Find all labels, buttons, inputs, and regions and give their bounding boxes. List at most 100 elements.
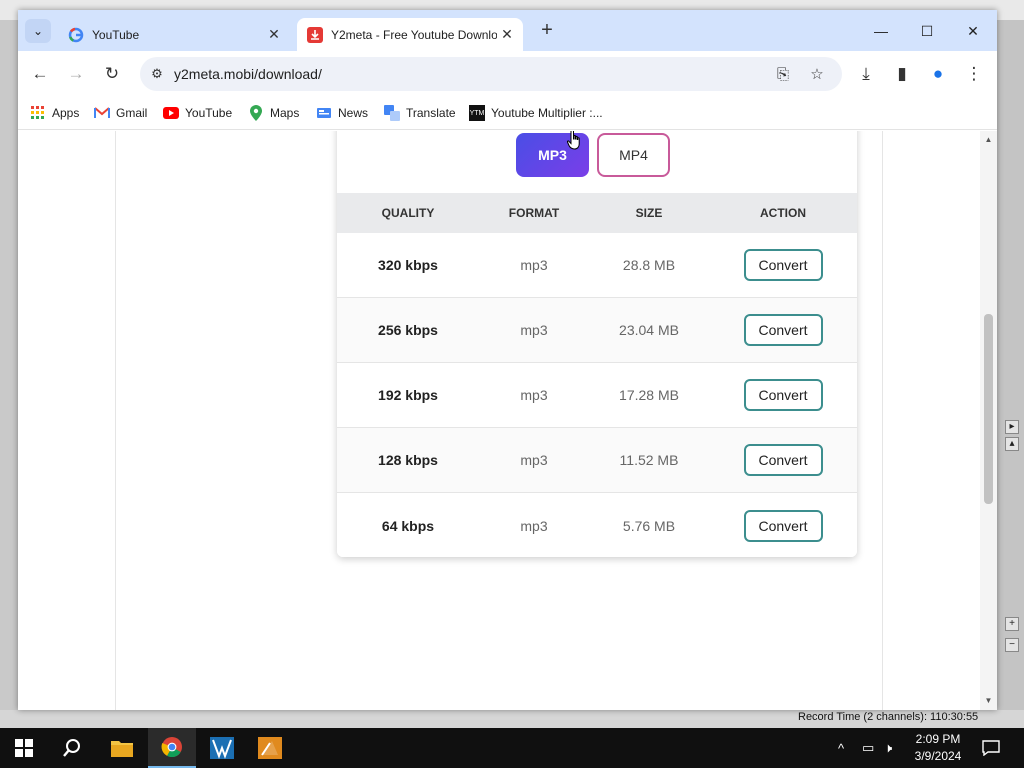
- table-row: 256 kbps mp3 23.04 MB Convert: [337, 298, 857, 363]
- bookmark-youtube-multiplier[interactable]: YTM Youtube Multiplier :...: [469, 103, 603, 123]
- marker-icon[interactable]: ▸: [1005, 420, 1019, 434]
- windows-taskbar: ^ ▭ 🕨 2:09 PM 3/9/2024: [0, 728, 1024, 768]
- page-scrollbar[interactable]: ▲ ▼: [980, 131, 997, 710]
- address-bar[interactable]: ⚙ y2meta.mobi/download/ ⎘ ☆: [140, 57, 842, 91]
- header-quality: QUALITY: [381, 206, 435, 220]
- bookmark-label: YouTube: [185, 106, 233, 120]
- side-panel-icon[interactable]: ▮: [888, 61, 916, 87]
- bookmark-label: Gmail: [116, 106, 148, 120]
- background-app-left-panel: [0, 20, 18, 728]
- zoom-out-icon[interactable]: −: [1005, 638, 1019, 652]
- bookmark-translate[interactable]: Translate: [384, 103, 456, 123]
- header-action: ACTION: [760, 206, 806, 220]
- bookmark-label: Apps: [52, 106, 80, 120]
- tab-youtube[interactable]: YouTube ✕: [58, 18, 290, 51]
- header-size: SIZE: [635, 206, 663, 220]
- site-info-tune-icon[interactable]: ⚙: [148, 65, 166, 83]
- tab-title: YouTube: [92, 27, 140, 42]
- google-g-icon: [68, 27, 84, 42]
- news-icon: [316, 105, 332, 121]
- bookmark-apps[interactable]: Apps: [30, 103, 79, 123]
- table-row: 128 kbps mp3 11.52 MB Convert: [337, 428, 857, 493]
- table-header: QUALITY FORMAT SIZE ACTION: [337, 193, 857, 233]
- tab-strip: ⌄ YouTube ✕ Y2meta - Free Youtube Downlo…: [18, 10, 997, 51]
- hand-cursor-icon: [567, 131, 580, 150]
- close-tab-icon[interactable]: ✕: [497, 25, 517, 45]
- maximize-icon[interactable]: ☐: [904, 18, 950, 44]
- back-arrow-icon[interactable]: ←: [26, 61, 54, 87]
- scroll-down-arrow-icon[interactable]: ▼: [980, 694, 997, 708]
- apps-grid-icon: [30, 105, 46, 121]
- bookmark-youtube[interactable]: YouTube: [163, 103, 232, 123]
- maps-icon: [248, 105, 264, 121]
- tab-y2meta[interactable]: Y2meta - Free Youtube Downlo ✕: [297, 18, 523, 51]
- bookmark-gmail[interactable]: Gmail: [94, 103, 147, 123]
- tab-search-dropdown-icon[interactable]: ⌄: [25, 19, 51, 43]
- quality-cell: 128 kbps: [378, 452, 438, 468]
- convert-button[interactable]: Convert: [743, 444, 823, 476]
- quality-cell: 256 kbps: [378, 322, 438, 338]
- table-row: 320 kbps mp3 28.8 MB Convert: [337, 233, 857, 298]
- convert-button[interactable]: Convert: [743, 314, 823, 346]
- y2meta-download-icon: [307, 26, 323, 43]
- close-tab-icon[interactable]: ✕: [264, 25, 284, 45]
- scrollbar-thumb[interactable]: [984, 314, 993, 504]
- downloads-icon[interactable]: ⤓: [852, 61, 880, 87]
- url-text[interactable]: y2meta.mobi/download/: [174, 66, 322, 82]
- clock-date: 3/9/2024: [914, 749, 962, 763]
- convert-button[interactable]: Convert: [743, 509, 823, 542]
- format-cell: mp3: [520, 452, 548, 468]
- size-cell: 23.04 MB: [619, 322, 679, 338]
- youtube-icon: [163, 105, 179, 121]
- clock-time: 2:09 PM: [915, 732, 961, 746]
- notifications-icon[interactable]: [982, 728, 1000, 768]
- menu-kebab-icon[interactable]: ⋮: [960, 61, 988, 87]
- size-cell: 11.52 MB: [619, 452, 679, 468]
- size-cell: 28.8 MB: [622, 257, 676, 273]
- gmail-icon: [94, 105, 110, 121]
- browser-window: ⌄ YouTube ✕ Y2meta - Free Youtube Downlo…: [18, 10, 997, 710]
- size-cell: 17.28 MB: [619, 387, 679, 403]
- tab-title: Y2meta - Free Youtube Downlo: [331, 27, 497, 42]
- bookmark-label: Maps: [270, 106, 300, 120]
- media-app-icon[interactable]: [246, 728, 294, 768]
- new-tab-plus-icon[interactable]: +: [536, 20, 558, 42]
- show-hidden-icons-chevron-icon[interactable]: ^: [838, 728, 844, 768]
- profile-avatar-icon[interactable]: ●: [924, 61, 952, 87]
- table-row: 64 kbps mp3 5.76 MB Convert: [337, 493, 857, 557]
- format-cell: mp3: [520, 257, 548, 273]
- format-cell: mp3: [520, 517, 548, 534]
- quality-cell: 64 kbps: [381, 517, 435, 534]
- file-explorer-icon[interactable]: [98, 728, 146, 768]
- page-content-column: MP3 MP4 QUALITY FORMAT SIZE ACTION 320 k…: [115, 131, 883, 710]
- bookmark-maps[interactable]: Maps: [248, 103, 299, 123]
- mp4-tab-button[interactable]: MP4: [597, 133, 670, 177]
- network-icon[interactable]: ▭: [862, 728, 874, 768]
- reload-icon[interactable]: ↻: [98, 61, 126, 87]
- header-format: FORMAT: [508, 206, 560, 220]
- bookmark-label: News: [338, 106, 369, 120]
- scroll-up-icon[interactable]: ▴: [1005, 437, 1019, 451]
- format-cell: mp3: [520, 387, 548, 403]
- windows-start-icon[interactable]: [0, 728, 48, 768]
- search-icon[interactable]: [48, 728, 96, 768]
- scroll-up-arrow-icon[interactable]: ▲: [980, 133, 997, 147]
- bookmark-news[interactable]: News: [316, 103, 368, 123]
- translate-icon: [384, 105, 400, 121]
- bookmark-star-icon[interactable]: ☆: [806, 64, 828, 84]
- vegas-pro-icon[interactable]: [198, 728, 246, 768]
- zoom-in-icon[interactable]: +: [1005, 617, 1019, 631]
- forward-arrow-icon[interactable]: →: [62, 61, 90, 87]
- quality-cell: 192 kbps: [378, 387, 438, 403]
- browser-toolbar: ← → ↻ ⚙ y2meta.mobi/download/ ⎘ ☆ ⤓ ▮ ● …: [18, 51, 997, 97]
- close-window-icon[interactable]: ✕: [950, 18, 996, 44]
- chrome-taskbar-icon[interactable]: [148, 728, 196, 768]
- bookmark-label: Youtube Multiplier :...: [491, 106, 603, 120]
- minimize-icon[interactable]: —: [858, 18, 904, 44]
- install-app-icon[interactable]: ⎘: [772, 64, 794, 84]
- volume-muted-icon[interactable]: 🕨: [884, 728, 892, 768]
- convert-button[interactable]: Convert: [743, 249, 823, 281]
- convert-button[interactable]: Convert: [743, 379, 823, 411]
- system-clock[interactable]: 2:09 PM 3/9/2024: [908, 731, 968, 765]
- size-cell: 5.76 MB: [622, 517, 676, 534]
